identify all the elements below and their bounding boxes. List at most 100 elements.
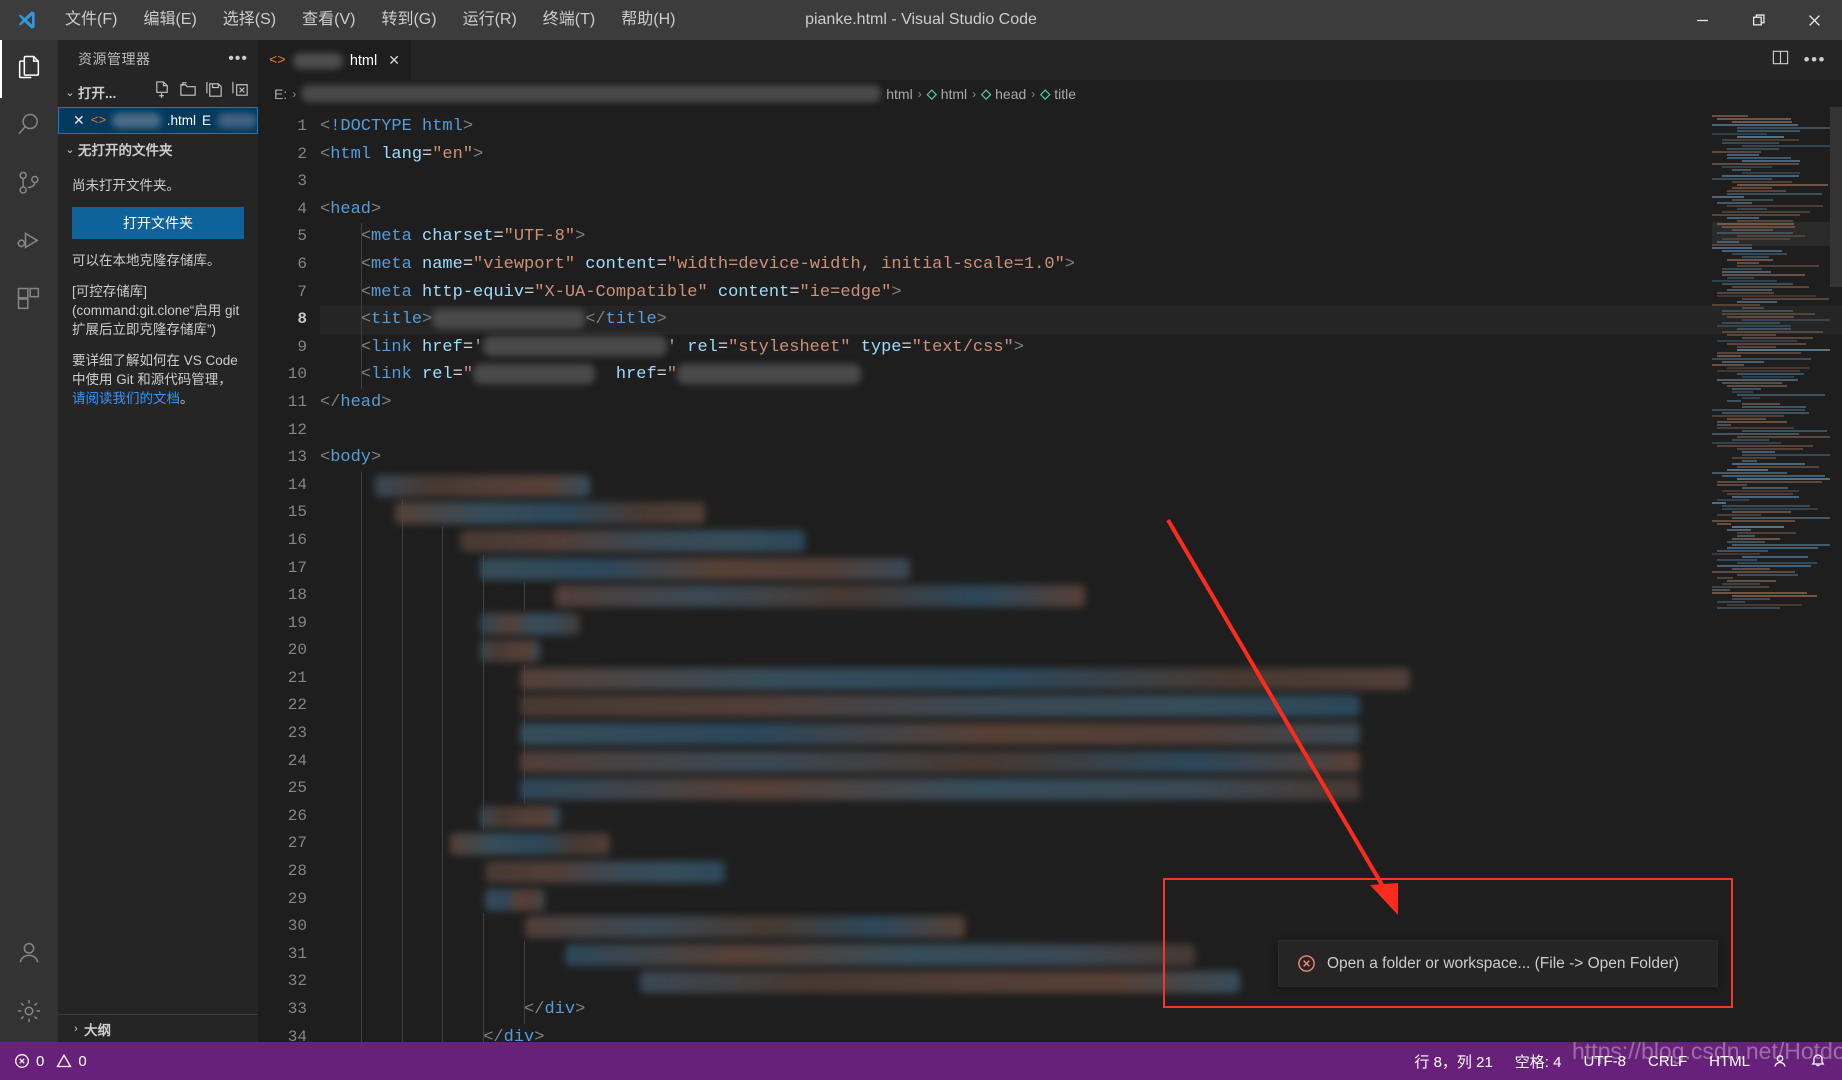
menu-run[interactable]: 运行(R) xyxy=(450,0,530,40)
code-line[interactable] xyxy=(320,747,1842,776)
section-open-editors[interactable]: ⌄ 打开... xyxy=(58,77,258,107)
code-line[interactable] xyxy=(320,526,1842,555)
breadcrumb-drive[interactable]: E: xyxy=(274,86,287,102)
tab-close-icon[interactable]: ✕ xyxy=(388,52,400,69)
status-right-group[interactable]: 行 8，列 21 空格: 4 UTF-8 CRLF HTML xyxy=(1414,1051,1842,1072)
warning-count[interactable]: 0 xyxy=(78,1053,86,1070)
code-line[interactable] xyxy=(320,471,1842,500)
close-icon[interactable]: ✕ xyxy=(73,112,85,129)
status-encoding[interactable]: UTF-8 xyxy=(1583,1053,1626,1070)
status-eol[interactable]: CRLF xyxy=(1648,1053,1687,1070)
code-line[interactable]: </head> xyxy=(320,389,1842,417)
window-controls[interactable] xyxy=(1674,0,1842,40)
status-account-icon[interactable] xyxy=(1772,1053,1788,1070)
code-line[interactable] xyxy=(320,499,1842,527)
code-line[interactable] xyxy=(320,609,1842,638)
activity-item-settings[interactable] xyxy=(0,984,58,1042)
activity-item-explorer[interactable] xyxy=(0,40,58,98)
code-line[interactable] xyxy=(320,802,1842,831)
code-token: ' xyxy=(666,337,678,357)
save-all-icon[interactable] xyxy=(205,80,224,104)
close-button[interactable] xyxy=(1786,0,1842,40)
code-line[interactable]: <body> xyxy=(320,444,1842,472)
status-cursor-position[interactable]: 行 8，列 21 xyxy=(1414,1051,1492,1072)
open-folder-button[interactable]: 打开文件夹 xyxy=(72,207,244,239)
new-file-icon[interactable] xyxy=(153,80,172,104)
breadcrumb[interactable]: E: › html › ◇ html › ◇ head › ◇ title xyxy=(258,80,1842,107)
error-count[interactable]: 0 xyxy=(36,1053,44,1070)
editor-tab[interactable]: <> html ✕ xyxy=(258,40,411,80)
status-bell-icon[interactable] xyxy=(1810,1053,1826,1070)
menu-file[interactable]: 文件(F) xyxy=(52,0,130,40)
code-line[interactable] xyxy=(320,692,1842,721)
code-line[interactable] xyxy=(320,168,1842,196)
section-no-folder[interactable]: ⌄ 无打开的文件夹 xyxy=(58,134,258,164)
minimap-slider[interactable] xyxy=(1712,222,1830,246)
restore-button[interactable] xyxy=(1730,0,1786,40)
redacted-code-block xyxy=(520,750,1360,773)
status-problems[interactable]: 0 0 xyxy=(0,1053,87,1070)
sidebar-more-actions-icon[interactable]: ••• xyxy=(228,50,248,66)
line-number: 15 xyxy=(287,503,307,522)
code-line[interactable] xyxy=(320,775,1842,803)
menu-terminal[interactable]: 终端(T) xyxy=(530,0,608,40)
code-line[interactable]: <meta charset="UTF-8"> xyxy=(320,223,1842,251)
status-language-mode[interactable]: HTML xyxy=(1709,1053,1750,1070)
vertical-scrollbar[interactable] xyxy=(1830,107,1842,1042)
indent-guide xyxy=(483,996,485,1024)
open-editor-item[interactable]: ✕ <> .html E xyxy=(58,107,258,134)
minimap-row xyxy=(1727,580,1777,582)
minimap-row xyxy=(1722,412,1809,414)
more-actions-icon[interactable]: ••• xyxy=(1804,51,1826,68)
code-line[interactable]: <head> xyxy=(320,196,1842,224)
open-editors-actions[interactable] xyxy=(153,80,258,104)
code-line[interactable] xyxy=(320,554,1842,583)
notification-toast[interactable]: Open a folder or workspace... (File -> O… xyxy=(1278,940,1718,987)
breadcrumb-symbol-title[interactable]: ◇ title xyxy=(1040,86,1076,102)
code-line[interactable] xyxy=(320,417,1842,445)
activity-item-account[interactable] xyxy=(0,926,58,984)
split-editor-icon[interactable] xyxy=(1771,48,1790,72)
menu-bar[interactable]: 文件(F) 编辑(E) 选择(S) 查看(V) 转到(G) 运行(R) 终端(T… xyxy=(52,0,688,40)
breadcrumb-file[interactable]: html xyxy=(886,86,912,102)
code-line[interactable] xyxy=(320,830,1842,859)
code-line[interactable]: <title> </title> xyxy=(320,306,1842,334)
code-line[interactable]: <link href=' ' rel="stylesheet" type="tex… xyxy=(320,333,1842,362)
minimize-button[interactable] xyxy=(1674,0,1730,40)
menu-go[interactable]: 转到(G) xyxy=(368,0,449,40)
activity-item-extensions[interactable] xyxy=(0,272,58,330)
close-all-icon[interactable] xyxy=(231,80,250,104)
section-outline[interactable]: › 大纲 xyxy=(58,1014,258,1042)
minimap-row xyxy=(1727,289,1772,291)
code-line[interactable] xyxy=(320,720,1842,748)
new-folder-icon[interactable] xyxy=(179,80,198,104)
code-line[interactable]: <meta name="viewport" content="width=dev… xyxy=(320,250,1842,279)
code-line[interactable] xyxy=(320,582,1842,610)
menu-help[interactable]: 帮助(H) xyxy=(608,0,688,40)
menu-selection[interactable]: 选择(S) xyxy=(210,0,289,40)
activity-item-run-debug[interactable] xyxy=(0,214,58,272)
status-indentation[interactable]: 空格: 4 xyxy=(1515,1051,1562,1072)
code-line[interactable]: <meta http-equiv="X-UA-Compatible" conte… xyxy=(320,278,1842,307)
code-line[interactable]: </div> xyxy=(320,1023,1842,1042)
menu-edit[interactable]: 编辑(E) xyxy=(130,0,209,40)
editor-actions[interactable]: ••• xyxy=(1771,40,1842,80)
menu-view[interactable]: 查看(V) xyxy=(289,0,368,40)
activity-bar xyxy=(0,40,58,1042)
redacted-code xyxy=(432,308,586,329)
activity-item-search[interactable] xyxy=(0,98,58,156)
code-line[interactable] xyxy=(320,664,1842,693)
code-line[interactable]: <link rel=" href=" xyxy=(320,361,1842,389)
scrollbar-thumb[interactable] xyxy=(1830,107,1842,287)
minimap-row xyxy=(1717,424,1731,426)
breadcrumb-symbol-html[interactable]: ◇ html xyxy=(927,86,967,102)
code-token: < xyxy=(360,337,372,357)
activity-item-source-control[interactable] xyxy=(0,156,58,214)
code-line[interactable]: <!DOCTYPE html> xyxy=(320,113,1842,141)
git-docs-link[interactable]: 请阅读我们的文档 xyxy=(72,391,180,406)
breadcrumb-symbol-head[interactable]: ◇ head xyxy=(981,86,1026,102)
indent-guide xyxy=(360,747,362,776)
status-bar: 0 0 行 8，列 21 空格: 4 UTF-8 CRLF HTML https… xyxy=(0,1038,1842,1080)
code-line[interactable] xyxy=(320,637,1842,665)
code-line[interactable]: <html lang="en"> xyxy=(320,141,1842,169)
